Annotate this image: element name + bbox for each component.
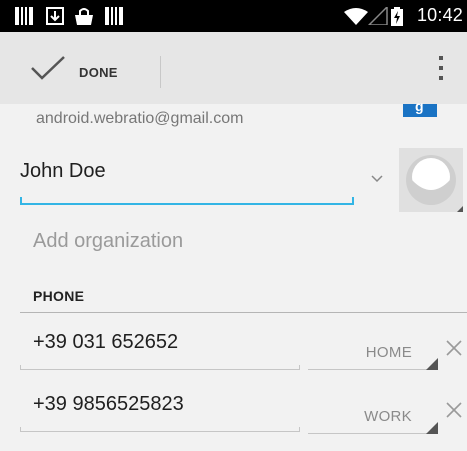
checkmark-icon [31,56,65,80]
default-avatar-icon [406,155,456,205]
battery-charging-icon [391,7,403,26]
shopping-bag-icon [75,8,93,25]
overflow-menu-button[interactable] [430,54,454,84]
photo-spinner-corner [457,206,463,212]
phone-number-field[interactable]: +39 9856525823 [33,393,184,416]
chevron-down-icon[interactable] [370,174,384,184]
remove-phone-button[interactable] [442,398,466,422]
name-field-underline [20,197,354,205]
phone-field-underline [20,365,300,370]
google-account-icon: g [403,98,437,117]
status-bar: 10:42 [0,0,467,32]
google-badge-letter: g [415,98,424,114]
spinner-underline [308,433,438,434]
wifi-icon [344,8,368,25]
organization-field[interactable]: Add organization [33,230,183,253]
notification-icon [105,7,123,25]
remove-phone-button[interactable] [442,336,466,360]
phone-number-field[interactable]: +39 031 652652 [33,331,178,354]
spinner-underline [308,369,438,370]
signal-icon [368,7,388,25]
action-bar-divider [160,56,161,88]
spinner-corner-icon [426,358,438,370]
download-icon [46,7,64,25]
phone-type-label: WORK [364,408,412,425]
name-field[interactable]: John Doe [20,160,106,183]
contact-photo[interactable] [399,148,463,212]
phone-type-label: HOME [365,344,412,361]
spinner-corner-icon [426,422,438,434]
phone-field-underline [20,427,300,432]
done-label: DONE [79,65,118,80]
notification-icon [15,7,33,25]
phone-section-title: PHONE [33,288,85,304]
phone-type-spinner[interactable]: HOME [308,330,438,370]
done-button[interactable]: DONE [0,32,160,104]
section-divider [20,312,467,313]
account-email: android.webratio@gmail.com [36,110,244,127]
clock: 10:42 [416,5,463,25]
phone-type-spinner[interactable]: WORK [308,394,438,434]
action-bar: DONE [0,32,467,104]
